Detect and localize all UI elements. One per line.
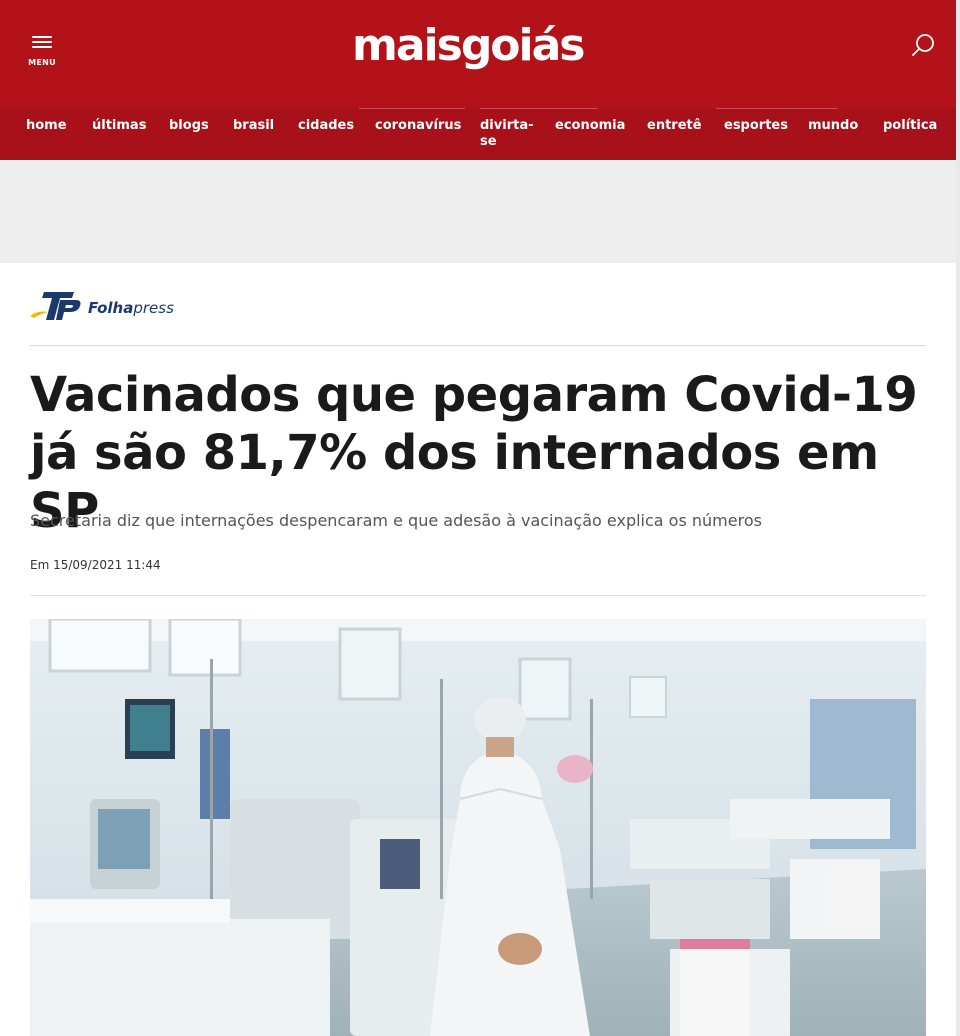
logo-text-mais: mais (352, 20, 463, 71)
ad-placeholder (0, 160, 956, 263)
nav-item-brasil[interactable]: brasil (233, 118, 274, 134)
nav-divider (480, 108, 598, 109)
nav-item-entrete[interactable]: entretê (647, 118, 702, 134)
folhapress-logo (30, 292, 81, 320)
nav-item-home[interactable]: home (26, 118, 67, 134)
source-name-bold: Folha (88, 299, 134, 317)
divider (30, 345, 926, 346)
menu-label: MENU (28, 58, 56, 67)
article-subtitle: Secretaria diz que internações despencar… (30, 511, 762, 530)
nav-item-divirta-line2: se (480, 134, 497, 149)
nav-item-politica[interactable]: política (883, 118, 937, 134)
menu-button[interactable]: MENU (24, 30, 60, 72)
nav-item-cidades[interactable]: cidades (298, 118, 354, 134)
source-name: Folhapress (88, 299, 174, 317)
nav-item-coronavirus[interactable]: coronavírus (375, 118, 461, 134)
page-scrollbar[interactable] (956, 0, 960, 1036)
nav-divider (716, 108, 838, 109)
site-logo[interactable]: maisgoiás (352, 20, 612, 82)
article-date: Em 15/09/2021 11:44 (30, 558, 161, 572)
nav-divider (359, 108, 465, 109)
hamburger-icon (32, 36, 52, 48)
nav-item-ultimas[interactable]: últimas (92, 118, 146, 134)
nav-item-blogs[interactable]: blogs (169, 118, 209, 134)
article-image[interactable] (30, 619, 926, 1036)
nav-item-esportes[interactable]: esportes (724, 118, 788, 134)
source-name-light: press (133, 299, 174, 317)
hospital-ward-photo (30, 619, 926, 1036)
nav-item-mundo[interactable]: mundo (808, 118, 858, 134)
search-button[interactable] (908, 30, 938, 60)
nav-item-economia[interactable]: economia (555, 118, 625, 134)
nav-item-divirta-se[interactable]: divirta- se (480, 118, 534, 150)
divider (30, 595, 926, 596)
nav-item-divirta-line1: divirta- (480, 118, 534, 133)
article-source[interactable]: Folhapress (30, 288, 190, 324)
search-icon (912, 34, 934, 56)
main-nav: home últimas blogs brasil cidades corona… (0, 108, 956, 160)
site-header: MENU maisgoiás (0, 0, 956, 108)
logo-text-goias: goiás (460, 20, 586, 71)
